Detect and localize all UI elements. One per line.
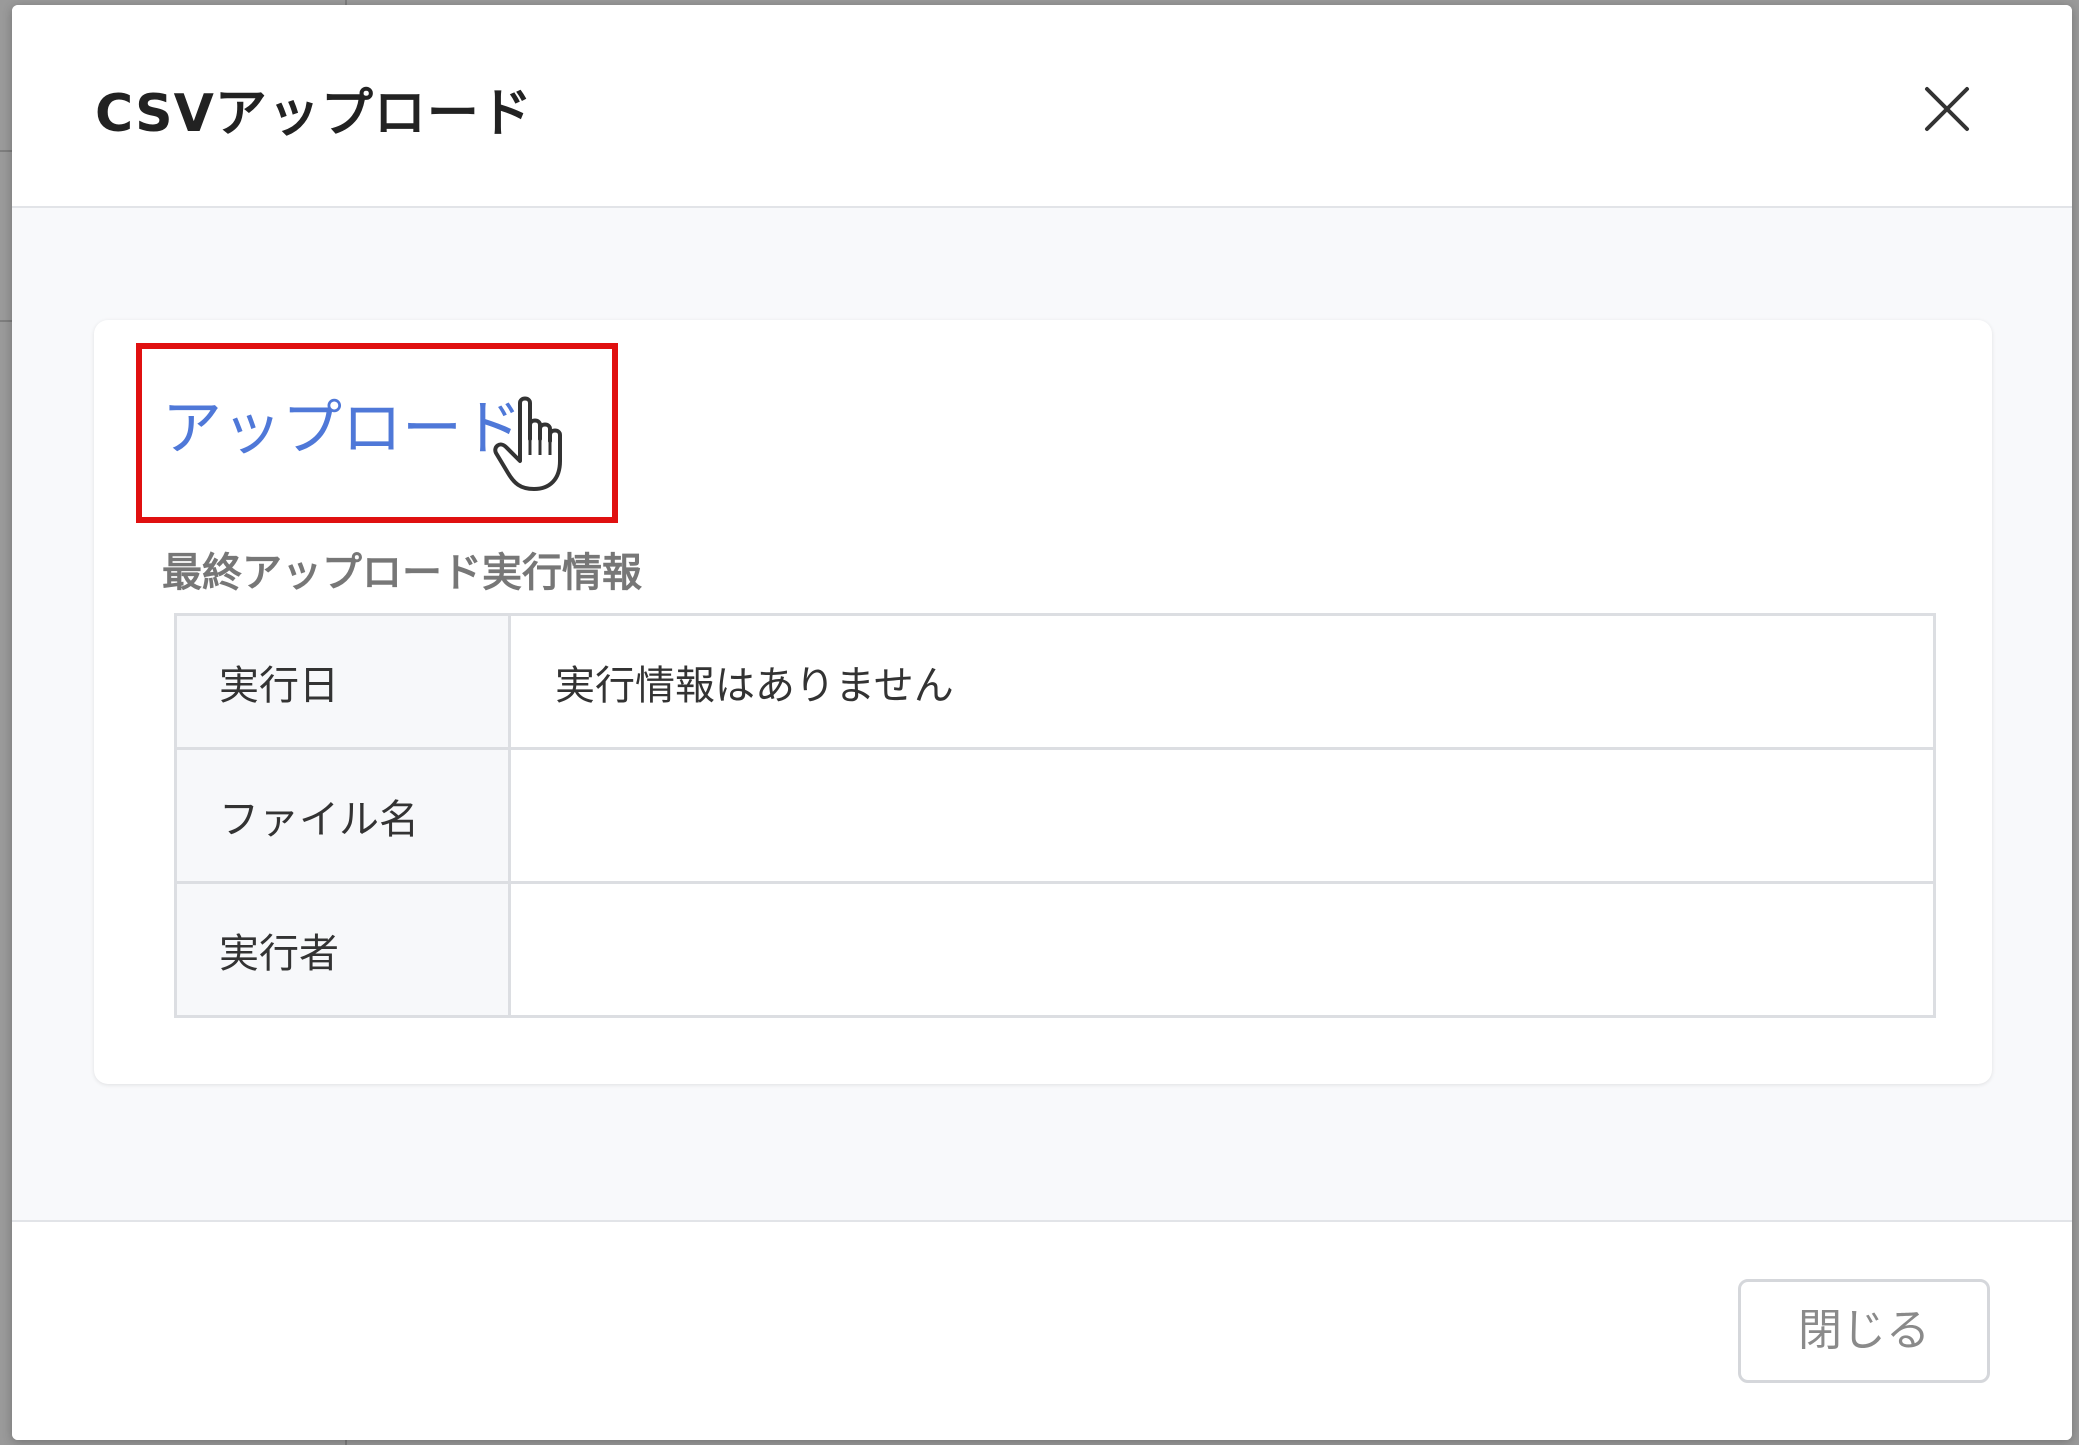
table-row: ファイル名: [174, 747, 1936, 884]
dialog-header: CSVアップロード: [12, 5, 2072, 208]
hand-pointer-icon: [490, 395, 578, 495]
row-value: [508, 881, 1936, 1018]
row-label: 実行日: [174, 613, 511, 750]
dialog-title: CSVアップロード: [95, 84, 533, 144]
close-button[interactable]: 閉じる: [1738, 1279, 1990, 1383]
row-value: 実行情報はありません: [508, 613, 1936, 750]
close-icon[interactable]: [1921, 83, 1973, 135]
table-row: 実行者: [174, 881, 1936, 1018]
table-row: 実行日 実行情報はありません: [174, 613, 1936, 750]
row-label: ファイル名: [174, 747, 511, 884]
row-value: [508, 747, 1936, 884]
csv-upload-dialog: CSVアップロード アップロード 最終アップロード実行情報 実行日 実行情報はあ…: [12, 5, 2072, 1440]
last-upload-info-table: 実行日 実行情報はありません ファイル名 実行者: [174, 613, 1936, 1018]
row-label: 実行者: [174, 881, 511, 1018]
last-upload-section-title: 最終アップロード実行情報: [162, 550, 642, 596]
